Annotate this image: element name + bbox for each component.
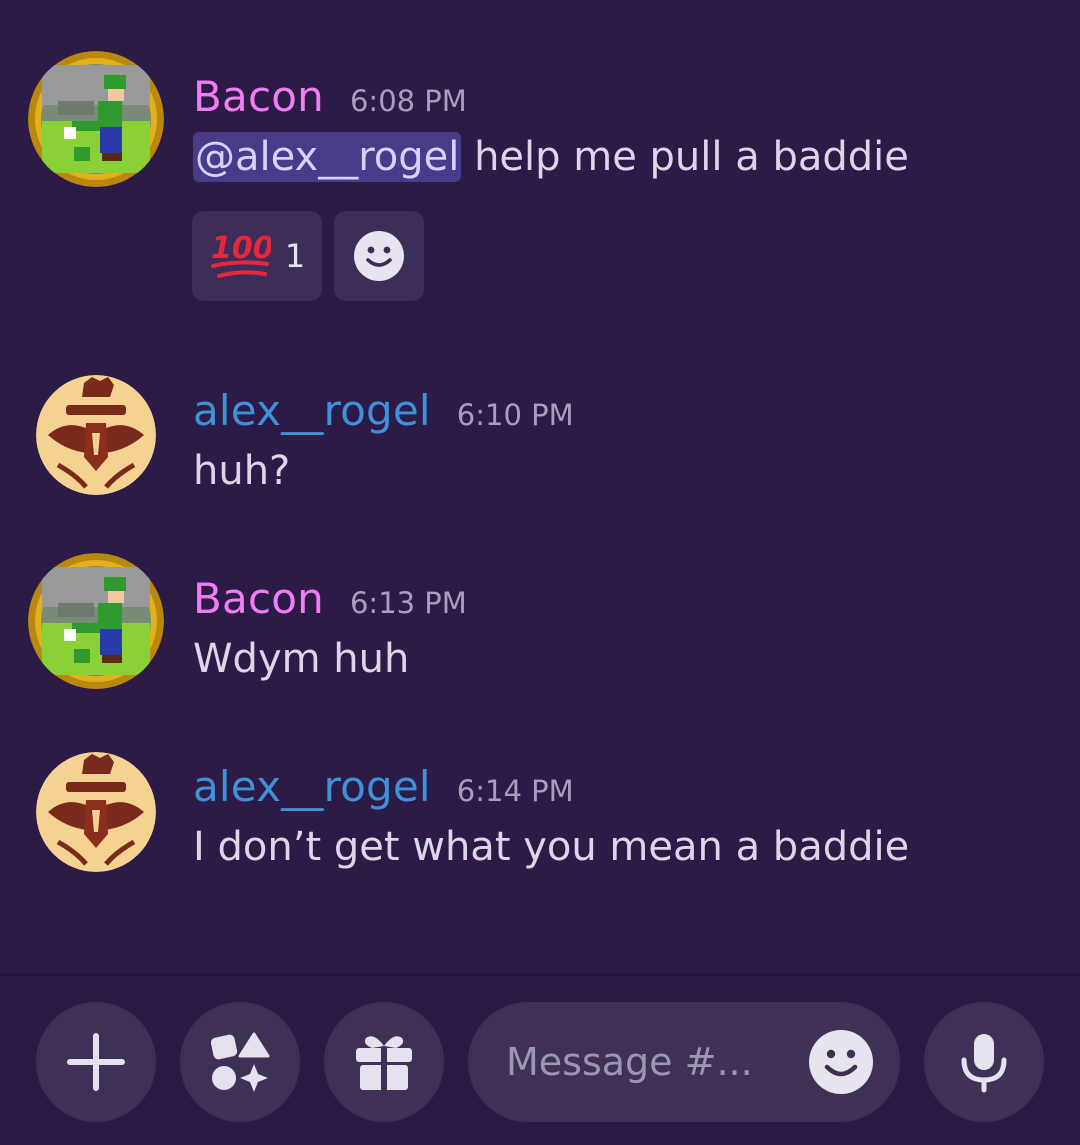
message-text: @alex__rogel help me pull a baddie — [193, 132, 909, 182]
user-avatar-alex[interactable] — [36, 752, 156, 872]
chat-screen: Bacon 6:08 PM @alex__rogel help me pull … — [0, 0, 1080, 1145]
message-header: alex__rogel 6:14 PM — [193, 762, 574, 811]
luigi-avatar-icon — [28, 51, 164, 187]
message-body: huh? — [193, 448, 291, 494]
reactions-row: 100 1 — [192, 211, 424, 301]
microphone-icon — [961, 1034, 1007, 1093]
reaction-count: 1 — [284, 237, 306, 275]
username[interactable]: Bacon — [193, 574, 324, 623]
timestamp: 6:10 PM — [456, 398, 574, 432]
username[interactable]: alex__rogel — [193, 762, 431, 811]
message-body: I don’t get what you mean a baddie — [193, 824, 910, 870]
apps-icon — [210, 1032, 270, 1092]
username[interactable]: alex__rogel — [193, 386, 431, 435]
timestamp: 6:13 PM — [349, 586, 467, 620]
timestamp: 6:14 PM — [456, 774, 574, 808]
gift-button[interactable] — [324, 1002, 444, 1122]
message-input[interactable]: Message #... — [468, 1002, 900, 1122]
crest-avatar-icon — [36, 752, 156, 872]
timestamp: 6:08 PM — [349, 84, 467, 118]
smiley-icon — [354, 231, 404, 281]
username[interactable]: Bacon — [193, 72, 324, 121]
plus-icon — [67, 1033, 125, 1091]
emoji-picker-icon[interactable] — [808, 1029, 874, 1095]
reaction-100[interactable]: 100 1 — [192, 211, 322, 301]
100-emoji-icon: 100 — [210, 231, 271, 278]
user-mention[interactable]: @alex__rogel — [193, 132, 462, 182]
add-reaction-button[interactable] — [334, 211, 424, 301]
message-header: alex__rogel 6:10 PM — [193, 386, 574, 435]
gift-icon — [356, 1036, 412, 1090]
user-avatar-bacon[interactable] — [28, 51, 164, 187]
add-attachment-button[interactable] — [36, 1002, 156, 1122]
message-body: Wdym huh — [193, 636, 410, 682]
voice-message-button[interactable] — [924, 1002, 1044, 1122]
user-avatar-alex[interactable] — [36, 375, 156, 495]
message-input-placeholder: Message #... — [506, 1040, 753, 1084]
crest-avatar-icon — [36, 375, 156, 495]
message-header: Bacon 6:13 PM — [193, 574, 467, 623]
message-header: Bacon 6:08 PM — [193, 72, 467, 121]
user-avatar-bacon[interactable] — [28, 553, 164, 689]
luigi-avatar-icon — [28, 553, 164, 689]
message-body: help me pull a baddie — [461, 134, 909, 180]
apps-button[interactable] — [180, 1002, 300, 1122]
